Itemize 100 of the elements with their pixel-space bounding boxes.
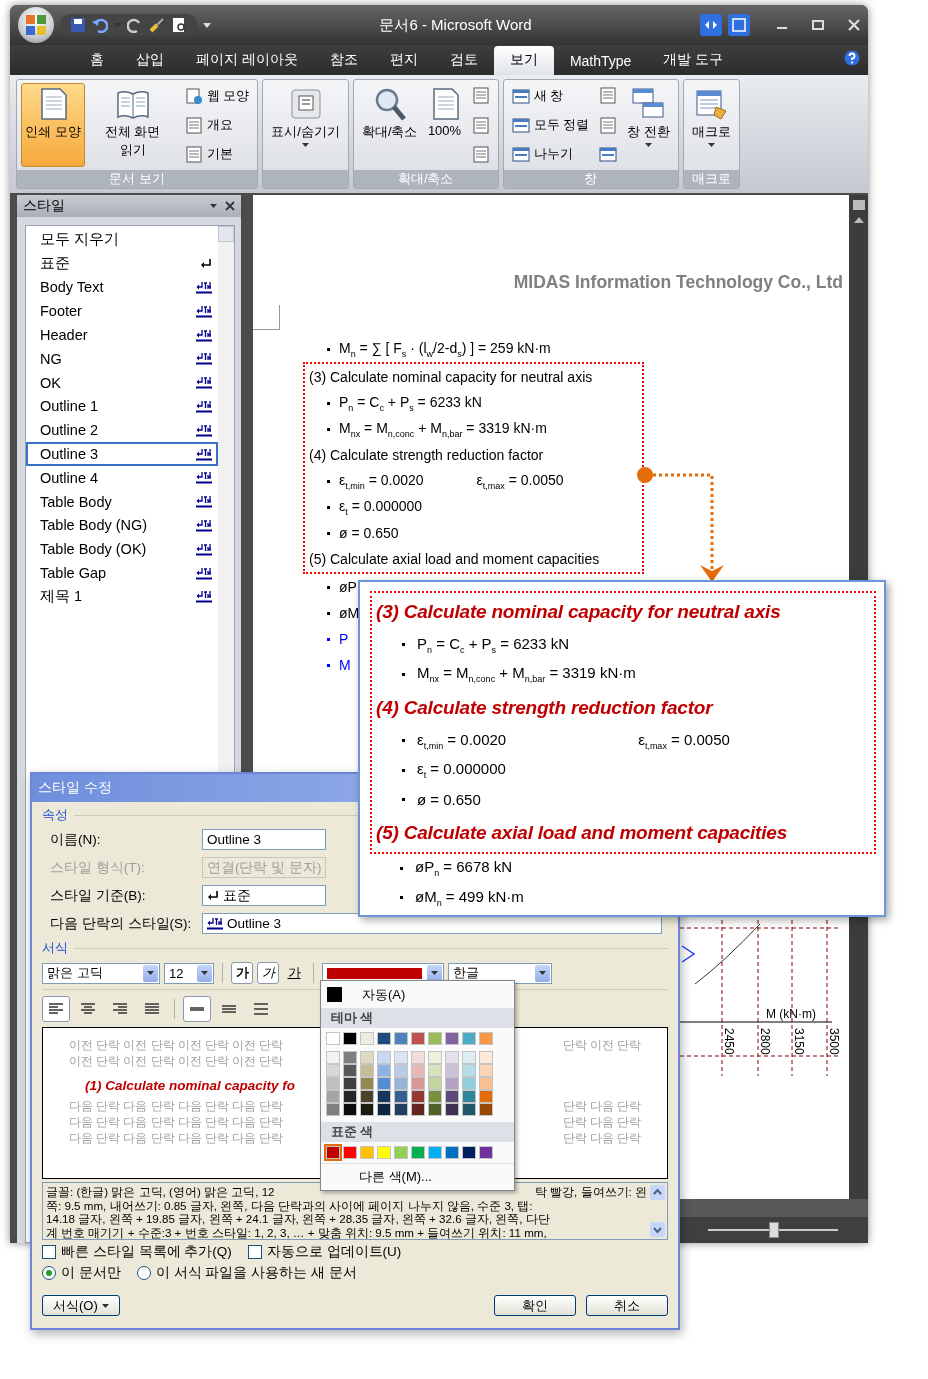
color-swatch[interactable] — [411, 1064, 425, 1077]
automatic-color-item[interactable]: 자동(A) — [321, 981, 514, 1008]
ribbon-button[interactable]: 창 전환 — [623, 83, 674, 167]
color-swatch[interactable] — [326, 1103, 340, 1116]
color-swatch[interactable] — [360, 1032, 374, 1045]
style-item[interactable]: Table Body (NG) — [26, 513, 218, 538]
color-swatch[interactable] — [360, 1146, 374, 1159]
color-swatch[interactable] — [377, 1032, 391, 1045]
color-swatch[interactable] — [428, 1090, 442, 1103]
color-swatch[interactable] — [326, 1077, 340, 1090]
color-swatch[interactable] — [428, 1103, 442, 1116]
color-swatch[interactable] — [377, 1103, 391, 1116]
underline-button[interactable]: 가 — [283, 962, 305, 984]
ribbon-tab[interactable]: 페이지 레이아웃 — [180, 46, 314, 75]
color-swatch[interactable] — [411, 1032, 425, 1045]
ribbon-tab[interactable]: 보기 — [493, 46, 554, 75]
color-swatch[interactable] — [462, 1146, 476, 1159]
ribbon-button[interactable]: 기본 — [180, 143, 254, 165]
color-swatch[interactable] — [394, 1032, 408, 1045]
input-field[interactable]: Outline 3 — [202, 829, 326, 850]
color-swatch[interactable] — [377, 1077, 391, 1090]
ribbon-tab[interactable]: 검토 — [433, 46, 494, 75]
window-mode-icon[interactable] — [700, 14, 722, 36]
color-swatch[interactable] — [428, 1064, 442, 1077]
color-swatch[interactable] — [462, 1051, 476, 1064]
style-item[interactable]: Table Body (OK) — [26, 537, 218, 562]
color-swatch[interactable] — [394, 1064, 408, 1077]
color-swatch[interactable] — [479, 1146, 493, 1159]
color-swatch[interactable] — [411, 1146, 425, 1159]
color-swatch[interactable] — [445, 1077, 459, 1090]
scroll-up-icon[interactable] — [853, 217, 864, 223]
color-swatch[interactable] — [343, 1051, 357, 1064]
color-swatch[interactable] — [411, 1051, 425, 1064]
italic-button[interactable]: 가 — [257, 962, 279, 984]
ribbon-tab[interactable]: 참조 — [313, 46, 374, 75]
ribbon-button[interactable]: 매크로 — [687, 83, 735, 167]
input-field[interactable]: 표준 — [202, 885, 326, 906]
color-swatch[interactable] — [360, 1090, 374, 1103]
ribbon-button[interactable]: 확대/축소 — [357, 83, 422, 167]
maximize-icon[interactable] — [812, 19, 824, 31]
color-swatch[interactable] — [377, 1146, 391, 1159]
color-swatch[interactable] — [445, 1103, 459, 1116]
color-swatch[interactable] — [377, 1064, 391, 1077]
color-swatch[interactable] — [326, 1090, 340, 1103]
ribbon-button[interactable]: 새 창 — [507, 85, 594, 107]
style-item[interactable]: Footer — [26, 299, 218, 324]
align-button[interactable] — [42, 996, 70, 1022]
color-swatch[interactable] — [445, 1064, 459, 1077]
brush-icon[interactable] — [149, 17, 165, 33]
save-icon[interactable] — [70, 17, 86, 33]
color-swatch[interactable] — [479, 1077, 493, 1090]
color-swatch[interactable] — [394, 1146, 408, 1159]
color-swatch[interactable] — [360, 1064, 374, 1077]
color-swatch[interactable] — [479, 1064, 493, 1077]
style-item[interactable]: Outline 2 — [26, 418, 218, 443]
style-item[interactable]: Body Text — [26, 275, 218, 300]
cancel-button[interactable]: 취소 — [586, 1295, 668, 1316]
color-swatch[interactable] — [479, 1103, 493, 1116]
style-item[interactable]: NG — [26, 347, 218, 371]
color-swatch[interactable] — [377, 1090, 391, 1103]
ribbon-button[interactable]: 나누기 — [507, 143, 594, 165]
style-item[interactable]: 표준 — [26, 251, 218, 276]
color-swatch[interactable] — [445, 1051, 459, 1064]
color-swatch[interactable] — [462, 1032, 476, 1045]
close-icon[interactable] — [225, 201, 235, 211]
size-select[interactable]: 12 — [164, 962, 214, 984]
color-swatch[interactable] — [326, 1051, 340, 1064]
color-swatch[interactable] — [411, 1077, 425, 1090]
ribbon-button[interactable]: 100% — [423, 83, 466, 167]
redo-icon[interactable] — [127, 17, 143, 33]
color-swatch[interactable] — [445, 1090, 459, 1103]
style-item[interactable]: Outline 1 — [26, 394, 218, 419]
style-item[interactable]: Outline 3 — [26, 442, 218, 466]
ribbon-button[interactable]: 인쇄 모양 — [21, 83, 85, 167]
color-swatch[interactable] — [479, 1032, 493, 1045]
color-swatch[interactable] — [326, 1032, 340, 1045]
color-swatch[interactable] — [394, 1090, 408, 1103]
line-spacing-button[interactable] — [183, 996, 211, 1022]
ribbon-tab[interactable]: 편지 — [373, 46, 434, 75]
zoom-thumb[interactable] — [769, 1222, 779, 1238]
color-swatch[interactable] — [343, 1090, 357, 1103]
color-swatch[interactable] — [445, 1032, 459, 1045]
ribbon-tab[interactable]: 개발 도구 — [647, 46, 740, 75]
ok-button[interactable]: 확인 — [494, 1295, 576, 1316]
color-swatch[interactable] — [360, 1051, 374, 1064]
color-swatch[interactable] — [377, 1051, 391, 1064]
style-item[interactable]: Table Body — [26, 489, 218, 514]
checkbox[interactable]: 자동으로 업데이트(U) — [247, 1243, 402, 1261]
color-swatch[interactable] — [343, 1064, 357, 1077]
style-item[interactable]: Header — [26, 323, 218, 347]
format-menu-button[interactable]: 서식(O) — [42, 1295, 120, 1316]
color-swatch[interactable] — [411, 1103, 425, 1116]
style-item[interactable]: 제목 1 — [26, 584, 218, 609]
color-swatch[interactable] — [428, 1146, 442, 1159]
color-swatch[interactable] — [479, 1090, 493, 1103]
undo-icon[interactable] — [92, 17, 108, 33]
color-swatch[interactable] — [462, 1103, 476, 1116]
ribbon-tab[interactable]: 삽입 — [120, 46, 180, 75]
view-toggle-icon[interactable] — [851, 199, 866, 211]
checkbox[interactable]: 빠른 스타일 목록에 추가(Q) — [42, 1243, 232, 1261]
